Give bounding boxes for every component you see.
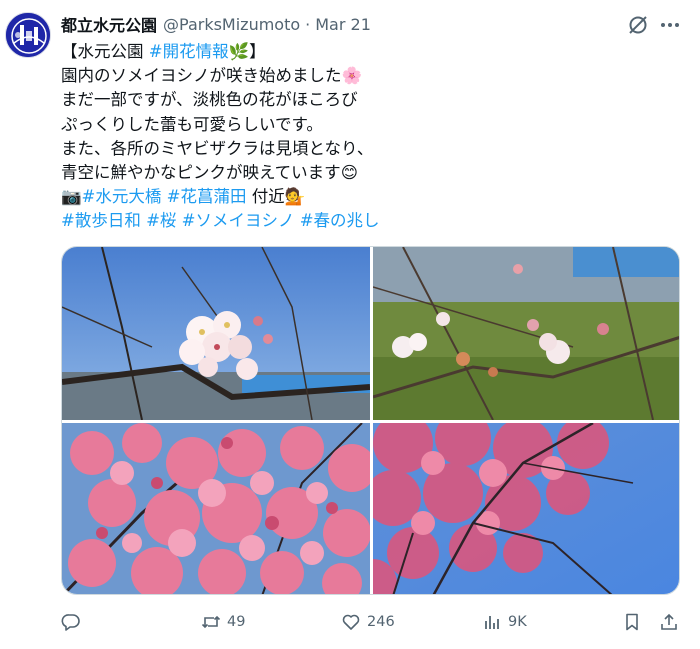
text-segment: 【水元公園 <box>61 42 149 61</box>
bookmark-button[interactable] <box>622 608 642 636</box>
text-segment: 付近 <box>251 187 285 207</box>
hashtag-link[interactable]: #ソメイヨシノ <box>182 211 295 230</box>
author-name[interactable]: 都立水元公園 <box>61 12 157 36</box>
action-bar: 49 246 9K <box>61 608 686 636</box>
photo-somei-yoshino-closeup[interactable] <box>62 247 370 420</box>
retweet-count: 49 <box>227 614 246 630</box>
views-count: 9K <box>508 614 527 630</box>
bookmark-icon <box>626 613 638 631</box>
text-line-1: 【水元公園 #開花情報🌿】 <box>61 40 691 64</box>
more-icon[interactable] <box>657 14 683 36</box>
tweet: 都立水元公園 @ParksMizumoto · Mar 21 【水元公園 #開花… <box>0 0 700 649</box>
herb-emoji: 🌿 <box>228 42 250 61</box>
hashtag-link[interactable]: #春の兆し <box>300 211 380 230</box>
text-segment: 】 <box>249 42 266 61</box>
text-line-4: ぷっくりした蕾も可愛らしいです。 <box>61 114 323 134</box>
retweet-icon <box>201 615 221 629</box>
share-button[interactable] <box>659 608 679 636</box>
blossom-emoji: 🌸 <box>341 66 363 86</box>
like-count: 246 <box>367 614 395 630</box>
text-line-2: 園内のソメイヨシノが咲き始めました🌸 <box>61 64 691 88</box>
text-line-5: また、各所のミヤビザクラは見頃となり、 <box>61 138 374 158</box>
reply-button[interactable] <box>61 608 81 636</box>
retweet-button[interactable]: 49 <box>201 608 245 636</box>
media-grid <box>61 246 680 595</box>
like-button[interactable]: 246 <box>341 608 395 636</box>
grok-icon[interactable] <box>627 14 649 36</box>
separator: · <box>305 14 311 34</box>
text-line-6: 青空に鮮やかなピンクが映えています😊 <box>61 161 691 185</box>
hashtag-link[interactable]: #桜 <box>146 211 176 230</box>
like-icon <box>342 614 360 630</box>
hashtag-link[interactable]: #散歩日和 <box>61 211 141 230</box>
photo-miyabi-zakura-dense[interactable] <box>62 423 370 594</box>
text-segment: 園内のソメイヨシノが咲き始めました <box>61 66 342 86</box>
tweet-text: 【水元公園 #開花情報🌿】 園内のソメイヨシノが咲き始めました🌸 まだ一部ですが… <box>61 40 691 234</box>
smile-emoji: 😊 <box>340 162 358 182</box>
tweet-header: 都立水元公園 @ParksMizumoto · Mar 21 <box>61 12 371 36</box>
text-line-3: まだ一部ですが、淡桃色の花がほころび <box>61 90 358 110</box>
photo-pink-tree-blue-sky[interactable] <box>373 423 679 594</box>
avatar[interactable] <box>5 12 51 58</box>
person-emoji: 💁 <box>284 187 306 207</box>
text-line-7: 📷#水元大橋 #花菖蒲田 付近💁 <box>61 185 691 209</box>
hashtag-link[interactable]: #開花情報 <box>149 42 229 61</box>
photo-buds-over-grass[interactable] <box>373 247 679 420</box>
author-handle[interactable]: @ParksMizumoto <box>163 15 300 34</box>
views-icon <box>485 616 499 629</box>
avatar-logo <box>6 13 50 57</box>
hashtag-link[interactable]: #花菖蒲田 <box>167 187 247 206</box>
reply-icon <box>61 614 80 631</box>
views-button[interactable]: 9K <box>482 608 527 636</box>
hashtag-link[interactable]: #水元大橋 <box>82 187 162 206</box>
camera-emoji: 📷 <box>61 187 82 207</box>
share-icon <box>661 613 677 630</box>
tweet-date[interactable]: Mar 21 <box>315 15 371 34</box>
text-segment: 青空に鮮やかなピンクが映えています <box>61 162 341 182</box>
text-line-8: #散歩日和 #桜 #ソメイヨシノ #春の兆し <box>61 209 691 233</box>
